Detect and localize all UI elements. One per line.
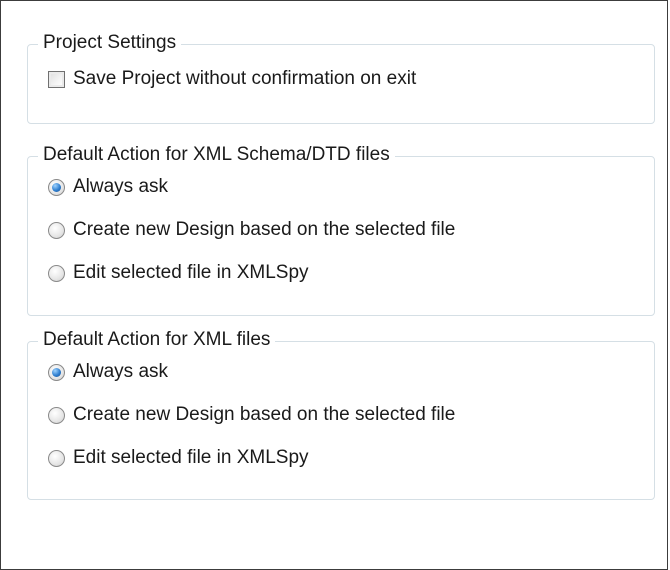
schema-dtd-action-group: Default Action for XML Schema/DTD files … (27, 142, 655, 316)
xml-option-label: Create new Design based on the selected … (73, 404, 456, 425)
radio-unselected-icon[interactable] (48, 221, 65, 239)
xml-radio-create-design[interactable]: Create new Design based on the selected … (48, 401, 455, 429)
radio-unselected-icon[interactable] (48, 449, 65, 467)
xml-action-group: Default Action for XML files Always ask … (27, 327, 655, 500)
xml-radio-edit-xmlspy[interactable]: Edit selected file in XMLSpy (48, 444, 309, 472)
xml-radio-always-ask[interactable]: Always ask (48, 358, 168, 386)
schema-dtd-radio-always-ask[interactable]: Always ask (48, 173, 168, 201)
xml-option-label: Edit selected file in XMLSpy (73, 447, 309, 468)
save-without-confirmation-checkbox[interactable]: Save Project without confirmation on exi… (48, 65, 416, 93)
save-without-confirmation-label: Save Project without confirmation on exi… (73, 68, 417, 89)
schema-dtd-radio-edit-xmlspy[interactable]: Edit selected file in XMLSpy (48, 259, 309, 287)
xml-action-legend: Default Action for XML files (38, 327, 276, 353)
schema-dtd-action-legend: Default Action for XML Schema/DTD files (38, 142, 395, 168)
radio-unselected-icon[interactable] (48, 264, 65, 282)
project-settings-group: Project Settings Save Project without co… (27, 30, 655, 124)
checkbox-icon[interactable] (48, 70, 65, 88)
schema-dtd-option-label: Create new Design based on the selected … (73, 219, 456, 240)
options-panel: Project Settings Save Project without co… (0, 0, 668, 570)
xml-option-label: Always ask (73, 361, 169, 382)
schema-dtd-option-label: Always ask (73, 176, 169, 197)
radio-selected-icon[interactable] (48, 178, 65, 196)
schema-dtd-radio-create-design[interactable]: Create new Design based on the selected … (48, 216, 455, 244)
schema-dtd-option-label: Edit selected file in XMLSpy (73, 262, 309, 283)
radio-unselected-icon[interactable] (48, 406, 65, 424)
radio-selected-icon[interactable] (48, 363, 65, 381)
project-settings-legend: Project Settings (38, 30, 182, 56)
